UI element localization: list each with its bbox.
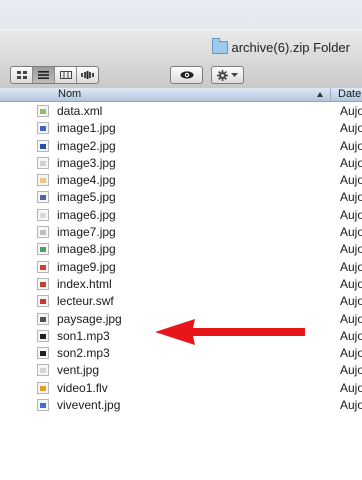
file-name: son1.mp3 <box>57 328 110 343</box>
jpg-file-icon <box>37 260 49 273</box>
icon-view-icon <box>16 71 27 79</box>
file-date: Aujo <box>340 138 362 153</box>
name-column-label: Nom <box>58 88 82 100</box>
file-name: vivevent.jpg <box>57 398 121 413</box>
file-row[interactable]: video1.flv Aujo <box>0 380 362 397</box>
flv-file-icon <box>37 381 49 394</box>
file-name: image3.jpg <box>57 155 116 170</box>
file-row[interactable]: index.html Aujo <box>0 276 362 293</box>
window-title: archive(6).zip Folder <box>231 39 351 55</box>
file-name: data.xml <box>57 104 103 118</box>
file-date: Aujo <box>340 398 362 413</box>
column-view-button[interactable] <box>55 67 77 83</box>
file-row[interactable]: image9.jpg Aujo <box>0 259 362 276</box>
file-date: Aujo <box>340 190 362 205</box>
window-titlebar: archive(6).zip Folder <box>0 29 362 89</box>
xml-file-icon <box>37 105 49 117</box>
eye-icon <box>180 71 193 79</box>
file-row[interactable]: image7.jpg Aujo <box>0 224 362 241</box>
file-name: image7.jpg <box>57 225 116 240</box>
file-row[interactable]: vent.jpg Aujo <box>0 362 362 379</box>
file-date: Aujo <box>340 104 362 118</box>
jpg-file-icon <box>37 156 49 169</box>
jpg-file-icon <box>37 226 49 239</box>
title-area: archive(6).zip Folder <box>211 37 351 55</box>
file-date: Aujo <box>340 311 362 326</box>
file-date: Aujo <box>340 363 362 378</box>
mp3-file-icon <box>37 347 49 360</box>
quick-look-button[interactable] <box>170 66 203 84</box>
jpg-file-icon <box>37 312 49 325</box>
coverflow-view-icon <box>81 71 94 79</box>
file-date: Aujo <box>340 225 362 240</box>
action-menu-button[interactable] <box>211 66 244 84</box>
file-name: image9.jpg <box>57 259 116 274</box>
file-date: Aujo <box>340 346 362 361</box>
sort-ascending-icon <box>317 92 323 97</box>
coverflow-view-button[interactable] <box>77 67 98 83</box>
file-date: Aujo <box>340 259 362 274</box>
file-row[interactable]: image6.jpg Aujo <box>0 207 362 224</box>
file-row[interactable]: image1.jpg Aujo <box>0 120 362 137</box>
chevron-down-icon <box>231 73 238 77</box>
file-row[interactable]: image5.jpg Aujo <box>0 189 362 206</box>
list-view-button[interactable] <box>33 67 55 83</box>
file-name: index.html <box>57 276 112 291</box>
file-date: Aujo <box>340 328 362 343</box>
file-name: image4.jpg <box>57 173 116 188</box>
list-header: Nom Date <box>0 88 362 102</box>
jpg-file-icon <box>37 191 49 204</box>
file-date: Aujo <box>340 242 362 257</box>
file-name: image6.jpg <box>57 207 116 222</box>
file-name: vent.jpg <box>57 363 100 378</box>
file-name: image8.jpg <box>57 242 116 257</box>
file-name: lecteur.swf <box>57 294 114 309</box>
file-row[interactable]: son2.mp3 Aujo <box>0 345 362 362</box>
name-column-header[interactable]: Nom <box>0 88 331 101</box>
file-date: Aujo <box>340 207 362 222</box>
jpg-file-icon <box>37 208 49 221</box>
view-mode-segmented-control <box>10 66 99 84</box>
list-view-icon <box>38 71 49 79</box>
file-date: Aujo <box>340 276 362 291</box>
file-name: image5.jpg <box>57 190 116 205</box>
file-date: Aujo <box>340 380 362 395</box>
jpg-file-icon <box>37 139 49 152</box>
file-row[interactable]: lecteur.swf Aujo <box>0 293 362 310</box>
file-date: Aujo <box>340 173 362 188</box>
file-date: Aujo <box>340 294 362 309</box>
html-file-icon <box>37 277 49 290</box>
file-row[interactable]: data.xml Aujo <box>0 103 362 120</box>
file-name: son2.mp3 <box>57 346 110 361</box>
gear-icon <box>217 69 228 81</box>
jpg-file-icon <box>37 243 49 256</box>
desktop-strip <box>0 0 362 29</box>
file-date: Aujo <box>340 155 362 170</box>
file-list: data.xml Aujo image1.jpg Aujo image2.jpg Aujo… <box>0 103 362 414</box>
date-column-header[interactable]: Date <box>338 88 361 101</box>
jpg-file-icon <box>37 399 49 412</box>
jpg-file-icon <box>37 122 49 135</box>
file-date: Aujo <box>340 121 362 136</box>
folder-icon <box>211 37 228 54</box>
file-row[interactable]: image2.jpg Aujo <box>0 138 362 155</box>
file-name: video1.flv <box>57 380 108 395</box>
jpg-file-icon <box>37 174 49 187</box>
file-row[interactable]: image4.jpg Aujo <box>0 172 362 189</box>
mp3-file-icon <box>37 329 49 342</box>
file-name: paysage.jpg <box>57 311 122 326</box>
file-row[interactable]: image3.jpg Aujo <box>0 155 362 172</box>
file-row[interactable]: vivevent.jpg Aujo <box>0 397 362 414</box>
file-row[interactable]: image8.jpg Aujo <box>0 241 362 258</box>
column-view-icon <box>59 71 72 79</box>
file-name: image1.jpg <box>57 121 116 136</box>
jpg-file-icon <box>37 364 49 377</box>
red-arrow-annotation <box>155 319 305 345</box>
file-name: image2.jpg <box>57 138 116 153</box>
swf-file-icon <box>37 295 49 308</box>
icon-view-button[interactable] <box>11 67 33 83</box>
